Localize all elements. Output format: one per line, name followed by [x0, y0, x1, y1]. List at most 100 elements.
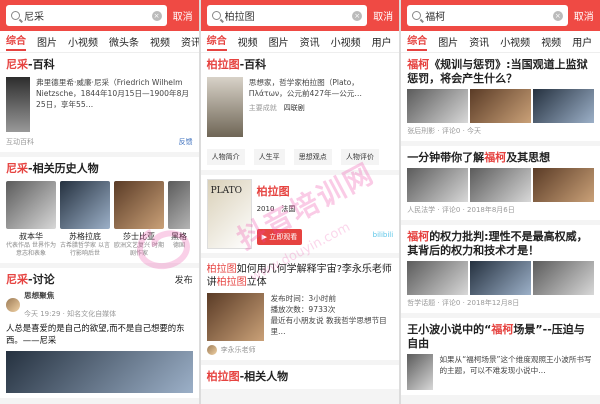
- search-icon: [211, 11, 221, 20]
- news-title[interactable]: 福柯的权力批判:理性不是最高权威，其背后的权力和技术才是！: [407, 230, 594, 258]
- news-comments: 评论0: [441, 127, 461, 135]
- news-card[interactable]: 王小波小说中的“福柯场景”--压迫与自由 如果从“福柯场景”这个维度观照王小波所…: [401, 318, 600, 395]
- search-query[interactable]: 尼采: [24, 8, 148, 23]
- article-card[interactable]: 柏拉图如何用几何学解释宇宙?李永乐老师讲柏拉图立体 发布时间：3小时前 播放次数…: [200, 258, 400, 360]
- news-comments: 评论0: [441, 206, 461, 214]
- encyclopedia-title[interactable]: 柏拉图-百科: [207, 58, 394, 72]
- cancel-button[interactable]: 取消: [173, 8, 193, 23]
- tab-comprehensive[interactable]: 综合: [206, 32, 227, 51]
- person-description: 代表作品 世界作为意志和表象: [6, 242, 56, 257]
- person-name: 叔本华: [19, 232, 43, 241]
- feedback-link[interactable]: 反馈: [179, 137, 193, 147]
- publish-button[interactable]: 发布: [175, 273, 193, 287]
- clear-search-icon[interactable]: ×: [552, 10, 563, 21]
- clear-search-icon[interactable]: ×: [352, 10, 363, 21]
- tab-news[interactable]: 资讯: [469, 34, 489, 49]
- article-title[interactable]: 柏拉图如何用几何学解释宇宙?李永乐老师讲柏拉图立体: [207, 263, 394, 289]
- tab-news[interactable]: 资讯: [300, 34, 320, 49]
- person-card[interactable]: 莎士比亚 欧洲文艺复兴 时期剧作家: [114, 181, 164, 258]
- search-field[interactable]: 柏拉图 ×: [206, 5, 368, 26]
- search-query[interactable]: 福柯: [425, 8, 549, 23]
- tab-short-video[interactable]: 小视频: [331, 34, 361, 49]
- news-image-strip[interactable]: [407, 261, 594, 295]
- news-comments: 评论0: [441, 299, 461, 307]
- author-name[interactable]: 思想聚焦: [24, 290, 116, 301]
- profile-button[interactable]: 思想观点: [293, 149, 332, 165]
- post-author[interactable]: 思想聚焦 今天 19:29 · 知名文化自媒体: [6, 290, 193, 320]
- achievement-label: 主要成就: [248, 104, 277, 112]
- news-card[interactable]: 福柯《规训与惩罚》:当国观道上监狱惩罚，将会产生什么？ 张后刑影 · 评论0 ·…: [401, 53, 600, 141]
- person-photo: [60, 181, 110, 229]
- news-title[interactable]: 一分钟带你了解福柯及其思想: [407, 151, 594, 165]
- person-card[interactable]: 苏格拉底 古希腊哲学家 以言行影响后世: [60, 181, 110, 258]
- news-title[interactable]: 王小波小说中的“福柯场景”--压迫与自由: [407, 323, 594, 351]
- plato-bust-image: [206, 77, 243, 137]
- tab-comprehensive[interactable]: 综合: [407, 32, 428, 51]
- search-topbar: 柏拉图 × 取消: [200, 0, 400, 31]
- author-avatar[interactable]: [206, 345, 217, 355]
- tab-users[interactable]: 用户: [572, 34, 592, 49]
- article-thumbnail[interactable]: [206, 293, 265, 341]
- tab-short-video[interactable]: 小视频: [68, 34, 98, 49]
- cancel-button[interactable]: 取消: [574, 8, 594, 23]
- tab-video[interactable]: 视频: [150, 34, 170, 49]
- search-icon: [412, 11, 422, 20]
- video-result-card[interactable]: PLATO 柏拉图 2010 法国 ▶ 立即观看 bilibili: [200, 175, 400, 253]
- person-photo: [114, 181, 164, 229]
- news-source[interactable]: 人民法学: [407, 206, 435, 214]
- tab-images[interactable]: 图片: [438, 34, 458, 49]
- encyclopedia-card[interactable]: 柏拉图-百科 思想家，哲学家柏拉图（Plato，Πλάτων，公元前427年—公…: [200, 53, 400, 170]
- news-time: 2018年12月8日: [467, 299, 520, 307]
- encyclopedia-card[interactable]: 尼采-百科 弗里德里希·威廉·尼采（Friedrich Wilhelm Niet…: [0, 53, 199, 152]
- tab-news[interactable]: 资讯: [181, 34, 199, 49]
- profile-button[interactable]: 人生平: [253, 149, 285, 165]
- author-name[interactable]: 李永乐老师: [221, 345, 256, 355]
- search-field[interactable]: 尼采 ×: [6, 5, 167, 26]
- search-category-tabs: 综合 视频 图片 资讯 小视频 用户 音: [200, 31, 400, 53]
- news-source[interactable]: 哲学话题: [407, 299, 435, 307]
- person-card[interactable]: 叔本华 代表作品 世界作为意志和表象: [6, 181, 56, 258]
- news-image-strip[interactable]: [407, 168, 594, 202]
- tab-microblog[interactable]: 微头条: [109, 34, 139, 49]
- tab-images[interactable]: 图片: [269, 34, 289, 49]
- news-image-strip[interactable]: [407, 89, 594, 123]
- tab-images[interactable]: 图片: [37, 34, 57, 49]
- post-text[interactable]: 人总是喜爱的是自己的欲望,而不是自己想要的东西。——尼采: [6, 322, 193, 346]
- search-field[interactable]: 福柯 ×: [407, 5, 568, 26]
- news-source[interactable]: 张后刑影: [407, 127, 435, 135]
- news-title[interactable]: 福柯《规训与惩罚》:当国观道上监狱惩罚，将会产生什么？: [407, 58, 594, 86]
- post-time: 今天 19:29 · 知名文化自媒体: [24, 310, 117, 318]
- news-image: [532, 261, 594, 295]
- profile-button[interactable]: 人物简介: [206, 149, 245, 165]
- video-title[interactable]: 柏拉图: [257, 185, 296, 199]
- news-image: [407, 261, 469, 295]
- post-image[interactable]: [6, 351, 193, 393]
- news-image: [470, 261, 531, 295]
- profile-button[interactable]: 人物评价: [340, 149, 379, 165]
- tab-users[interactable]: 用户: [372, 34, 392, 49]
- tab-short-video[interactable]: 小视频: [500, 34, 530, 49]
- author-avatar[interactable]: [6, 298, 20, 312]
- play-count: 播放次数：9733次: [270, 305, 336, 314]
- encyclopedia-title[interactable]: 尼采-百科: [6, 58, 193, 72]
- search-query[interactable]: 柏拉图: [225, 8, 349, 23]
- person-card[interactable]: 黑格 德国: [168, 181, 190, 258]
- news-image: [532, 168, 594, 202]
- clear-search-icon[interactable]: ×: [151, 10, 162, 21]
- tab-video[interactable]: 视频: [541, 34, 561, 49]
- news-image: [470, 168, 531, 202]
- tab-comprehensive[interactable]: 综合: [6, 32, 26, 51]
- cancel-button[interactable]: 取消: [373, 8, 393, 23]
- news-thumbnail[interactable]: [407, 354, 434, 390]
- people-strip: 叔本华 代表作品 世界作为意志和表象 苏格拉底 古希腊哲学家 以言行影响后世 莎士比…: [6, 181, 193, 258]
- news-card[interactable]: 一分钟带你了解福柯及其思想 人民法学 · 评论0 · 2018年8月6日: [401, 146, 600, 220]
- tab-video[interactable]: 视频: [238, 34, 258, 49]
- search-category-tabs: 综合 图片 资讯 小视频 视频 用户 音: [401, 31, 600, 53]
- news-card[interactable]: 福柯的权力批判:理性不是最高权威，其背后的权力和技术才是！ 哲学话题 · 评论0…: [401, 225, 600, 313]
- person-description: 德国: [172, 242, 185, 249]
- search-panel-plato: 柏拉图 × 取消 综合 视频 图片 资讯 小视频 用户 音 柏拉图-百科 思想家…: [200, 0, 400, 404]
- video-year: 2010: [256, 205, 275, 213]
- watch-now-button[interactable]: ▶ 立即观看: [256, 229, 303, 245]
- plato-book-cover: PLATO: [206, 179, 252, 249]
- profile-buttons: 人物简介 人生平 思想观点 人物评价: [206, 144, 394, 165]
